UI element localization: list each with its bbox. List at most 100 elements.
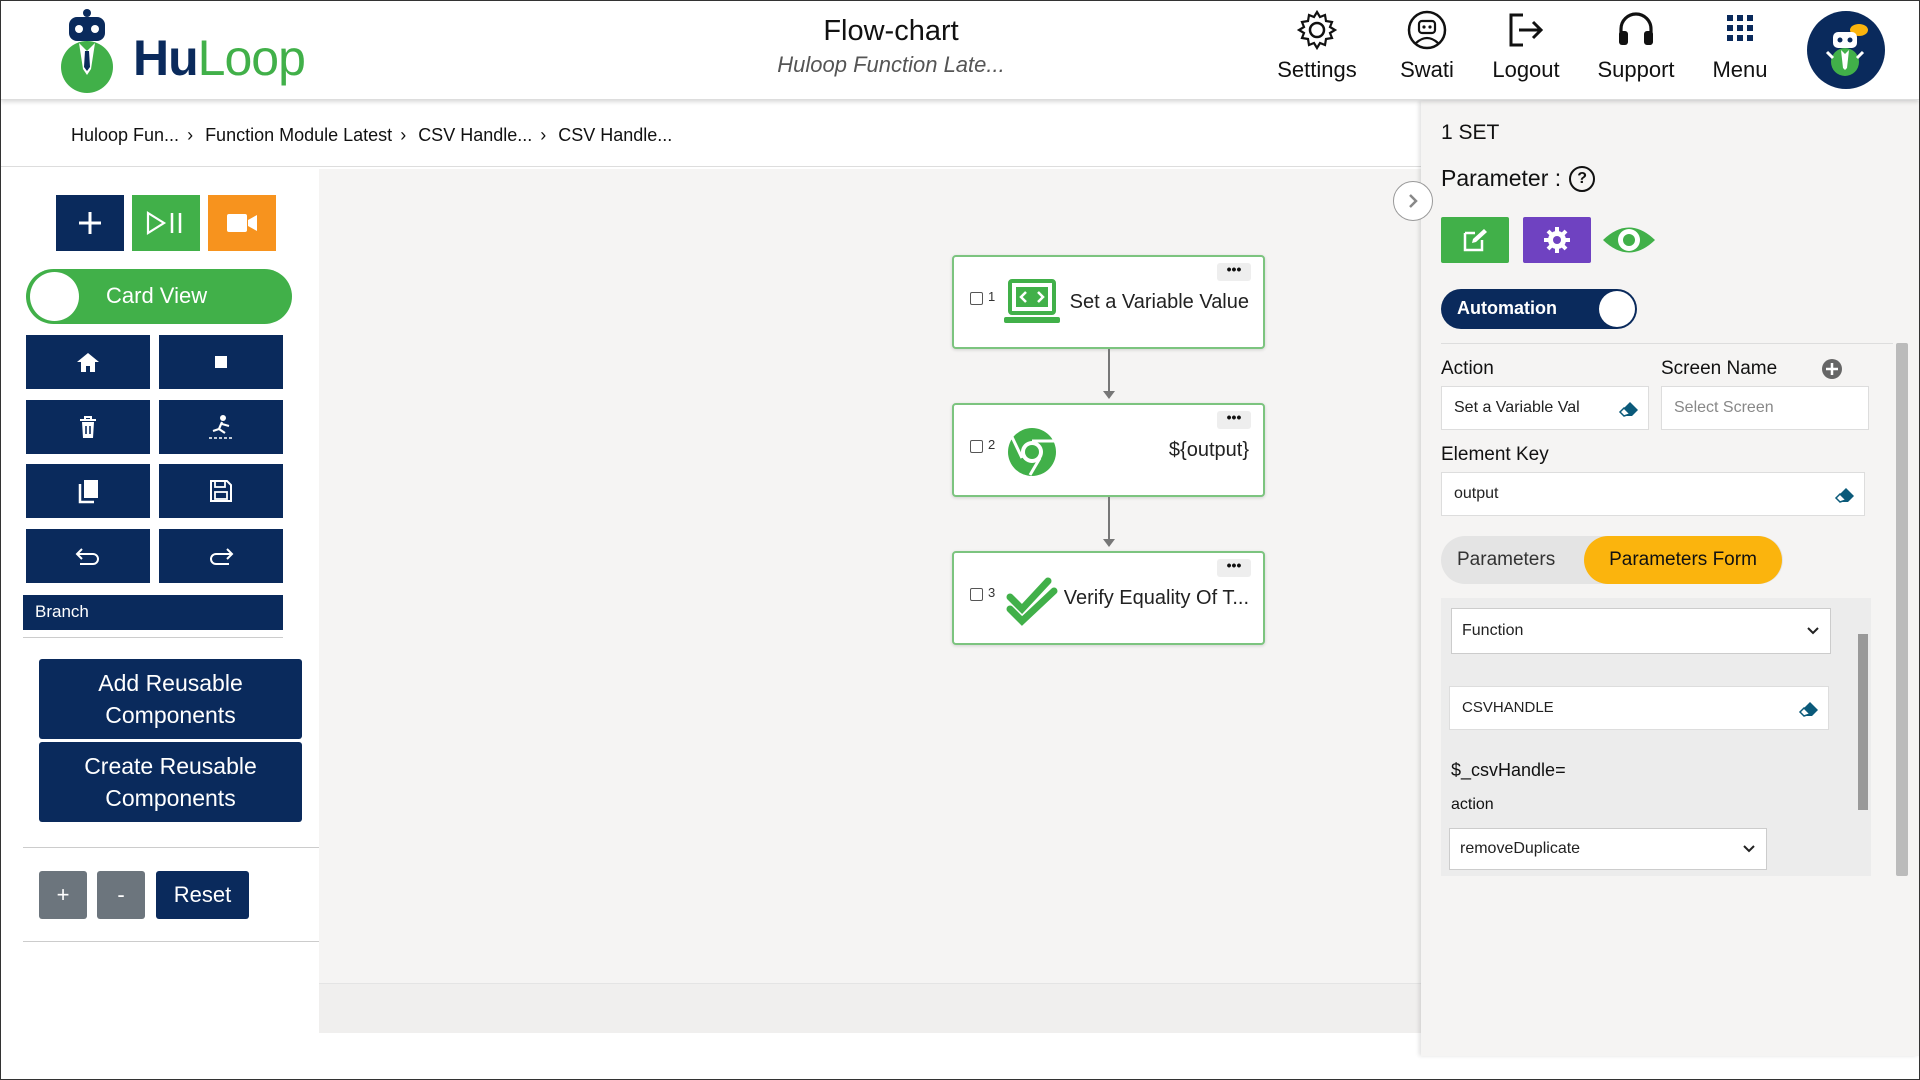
logout-icon bbox=[1509, 13, 1544, 47]
flow-node-3[interactable]: 3 Verify Equality Of T... ••• bbox=[952, 551, 1265, 645]
branch-button[interactable]: Branch bbox=[23, 595, 283, 630]
copy-button[interactable] bbox=[26, 464, 150, 518]
title-block: Flow-chart Huloop Function Late... bbox=[701, 15, 1081, 78]
node-checkbox[interactable] bbox=[970, 588, 983, 601]
parameter-heading: Parameter : ? bbox=[1441, 165, 1596, 192]
edit-icon bbox=[1463, 229, 1487, 252]
run-button[interactable] bbox=[132, 195, 200, 251]
breadcrumb-item[interactable]: CSV Handle... bbox=[558, 125, 672, 146]
undo-button[interactable] bbox=[26, 529, 150, 583]
collapse-panel-button[interactable] bbox=[1393, 181, 1433, 221]
tab-parameters[interactable]: Parameters bbox=[1457, 549, 1555, 571]
edit-button[interactable] bbox=[1441, 217, 1509, 263]
help-icon[interactable]: ? bbox=[1569, 165, 1596, 192]
chevron-right-icon: › bbox=[400, 125, 407, 145]
nav-logout[interactable]: Logout bbox=[1466, 9, 1586, 83]
node-checkbox[interactable] bbox=[970, 440, 983, 453]
plus-icon bbox=[79, 212, 101, 234]
csv-variable-label: $_csvHandle= bbox=[1451, 760, 1566, 780]
record-button[interactable] bbox=[208, 195, 276, 251]
connector bbox=[1108, 349, 1110, 393]
inner-scrollbar[interactable] bbox=[1858, 634, 1868, 810]
trash-icon bbox=[80, 416, 96, 438]
delete-button[interactable] bbox=[26, 400, 150, 454]
flow-canvas[interactable]: 1 Set a Variable Value ••• 2 ${output} •… bbox=[319, 169, 1421, 983]
eraser-icon[interactable] bbox=[1618, 398, 1640, 418]
action-field[interactable]: Set a Variable Val bbox=[1441, 386, 1649, 430]
node-more-menu[interactable]: ••• bbox=[1217, 262, 1251, 281]
page-title: Flow-chart bbox=[823, 15, 959, 47]
screen-select[interactable]: Select Screen bbox=[1661, 386, 1869, 430]
nav-settings[interactable]: Settings bbox=[1257, 9, 1377, 83]
element-key-field[interactable]: output bbox=[1441, 472, 1865, 516]
canvas-footer bbox=[319, 983, 1421, 1033]
panel-scrollbar[interactable] bbox=[1896, 343, 1908, 876]
parameter-form: Action Screen Name Set a Variable Val Se… bbox=[1441, 343, 1893, 876]
node-checkbox[interactable] bbox=[970, 292, 983, 305]
nav-support[interactable]: Support bbox=[1576, 9, 1696, 83]
floppy-icon bbox=[210, 480, 232, 502]
arrow-down-icon bbox=[1103, 391, 1115, 399]
add-circle-icon[interactable] bbox=[1821, 358, 1843, 380]
chevron-right-icon: › bbox=[540, 125, 547, 145]
function-select[interactable]: Function bbox=[1451, 608, 1831, 654]
add-reusable-components-button[interactable]: Add Reusable Components bbox=[39, 659, 302, 739]
home-button[interactable] bbox=[26, 335, 150, 389]
huloop-logo[interactable]: HuLoop bbox=[57, 5, 317, 97]
stop-button[interactable] bbox=[159, 335, 283, 389]
node-number: 1 bbox=[988, 289, 996, 304]
chevron-right-icon bbox=[1409, 194, 1418, 208]
nav-menu[interactable]: Menu bbox=[1680, 9, 1800, 83]
divider bbox=[1, 166, 1421, 167]
card-view-toggle[interactable]: Card View bbox=[26, 269, 292, 324]
reset-button[interactable]: Reset bbox=[156, 871, 249, 919]
element-key-label: Element Key bbox=[1441, 444, 1549, 465]
skip-runner-icon bbox=[209, 415, 233, 439]
properties-panel: 1 SET Parameter : ? Automation Action Sc… bbox=[1421, 101, 1919, 1056]
robot-logo-icon bbox=[61, 9, 113, 93]
eye-icon bbox=[1603, 227, 1655, 253]
param-tabs: Parameters Parameters Form bbox=[1441, 536, 1783, 584]
breadcrumb: Huloop Fun... › Function Module Latest › C… bbox=[71, 125, 672, 146]
zoom-in-button[interactable]: + bbox=[39, 871, 87, 919]
robot-avatar-icon bbox=[1825, 24, 1868, 76]
divider bbox=[23, 941, 319, 942]
action-sub-label: action bbox=[1451, 796, 1494, 813]
top-header: HuLoop Flow-chart Huloop Function Late..… bbox=[1, 1, 1919, 100]
breadcrumb-item[interactable]: Huloop Fun... bbox=[71, 125, 179, 146]
node-number: 3 bbox=[988, 585, 996, 600]
eraser-icon[interactable] bbox=[1834, 484, 1856, 504]
toggle-knob bbox=[30, 272, 79, 321]
eraser-icon[interactable] bbox=[1798, 698, 1820, 718]
action-select[interactable]: removeDuplicate bbox=[1449, 828, 1767, 870]
skip-step-button[interactable] bbox=[159, 400, 283, 454]
double-check-icon bbox=[1006, 577, 1058, 626]
csv-handle-field[interactable]: CSVHANDLE bbox=[1449, 686, 1829, 730]
play-pause-icon bbox=[146, 211, 182, 235]
zoom-out-button[interactable]: - bbox=[97, 871, 145, 919]
user-avatar[interactable] bbox=[1807, 11, 1885, 89]
breadcrumb-item[interactable]: Function Module Latest bbox=[205, 125, 392, 146]
gear-icon bbox=[1296, 9, 1338, 51]
redo-button[interactable] bbox=[159, 529, 283, 583]
tab-parameters-form[interactable]: Parameters Form bbox=[1584, 536, 1782, 584]
add-step-button[interactable] bbox=[56, 195, 124, 251]
app-frame: HuLoop Flow-chart Huloop Function Late..… bbox=[0, 0, 1920, 1080]
preview-button[interactable] bbox=[1599, 217, 1659, 263]
node-number: 2 bbox=[988, 437, 996, 452]
chrome-icon bbox=[1008, 428, 1056, 476]
create-reusable-components-button[interactable]: Create Reusable Components bbox=[39, 742, 302, 822]
node-more-menu[interactable]: ••• bbox=[1217, 410, 1251, 429]
grid-icon bbox=[1727, 15, 1753, 41]
copy-icon bbox=[78, 480, 98, 504]
breadcrumb-item[interactable]: CSV Handle... bbox=[418, 125, 532, 146]
screen-name-label: Screen Name bbox=[1661, 358, 1778, 379]
gear-icon bbox=[1544, 227, 1570, 253]
video-camera-icon bbox=[227, 214, 257, 232]
node-more-menu[interactable]: ••• bbox=[1217, 558, 1251, 577]
settings-button[interactable] bbox=[1523, 217, 1591, 263]
automation-toggle[interactable]: Automation bbox=[1441, 289, 1637, 329]
save-button[interactable] bbox=[159, 464, 283, 518]
flow-node-2[interactable]: 2 ${output} ••• bbox=[952, 403, 1265, 497]
flow-node-1[interactable]: 1 Set a Variable Value ••• bbox=[952, 255, 1265, 349]
